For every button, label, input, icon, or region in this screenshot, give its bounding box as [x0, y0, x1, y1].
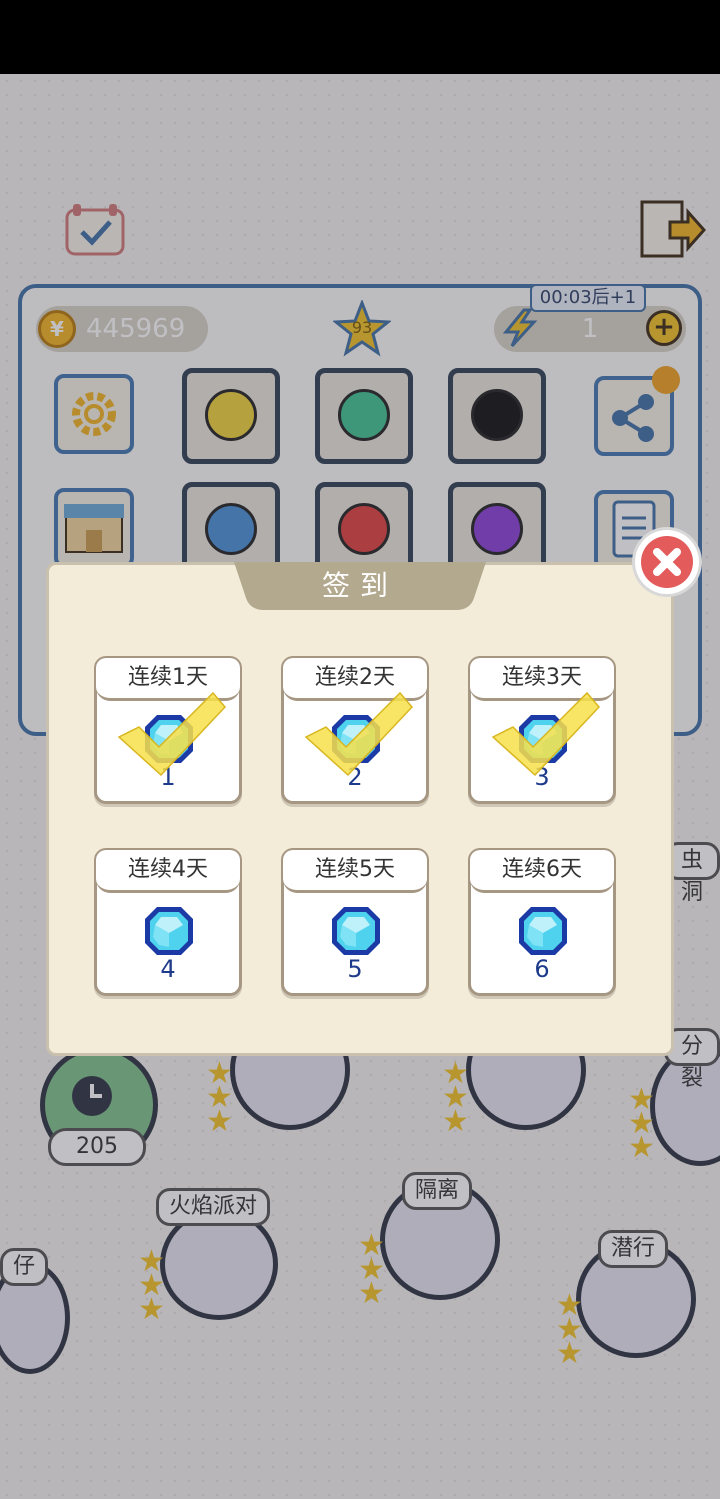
- day-card[interactable]: 连续3天 3: [468, 656, 616, 804]
- dialog-title: 签到: [321, 569, 398, 602]
- reward-amount: 4: [160, 955, 176, 983]
- diamond-icon: [519, 907, 567, 955]
- diamond-icon: [145, 907, 193, 955]
- diamond-icon: [332, 907, 380, 955]
- day-card[interactable]: 连续2天 2: [281, 656, 429, 804]
- day-label: 连续4天: [96, 850, 240, 893]
- claimed-check-icon: [117, 691, 227, 777]
- day-label: 连续5天: [283, 850, 427, 893]
- day-card[interactable]: 连续1天 1: [94, 656, 242, 804]
- close-button[interactable]: [635, 530, 699, 594]
- reward-amount: 5: [347, 955, 363, 983]
- day-card[interactable]: 连续5天 5: [281, 848, 429, 996]
- reward-amount: 6: [534, 955, 550, 983]
- status-bar: [0, 0, 720, 74]
- day-label: 连续6天: [470, 850, 614, 893]
- day-card[interactable]: 连续6天 6: [468, 848, 616, 996]
- claimed-check-icon: [491, 691, 601, 777]
- day-card[interactable]: 连续4天 4: [94, 848, 242, 996]
- claimed-check-icon: [304, 691, 414, 777]
